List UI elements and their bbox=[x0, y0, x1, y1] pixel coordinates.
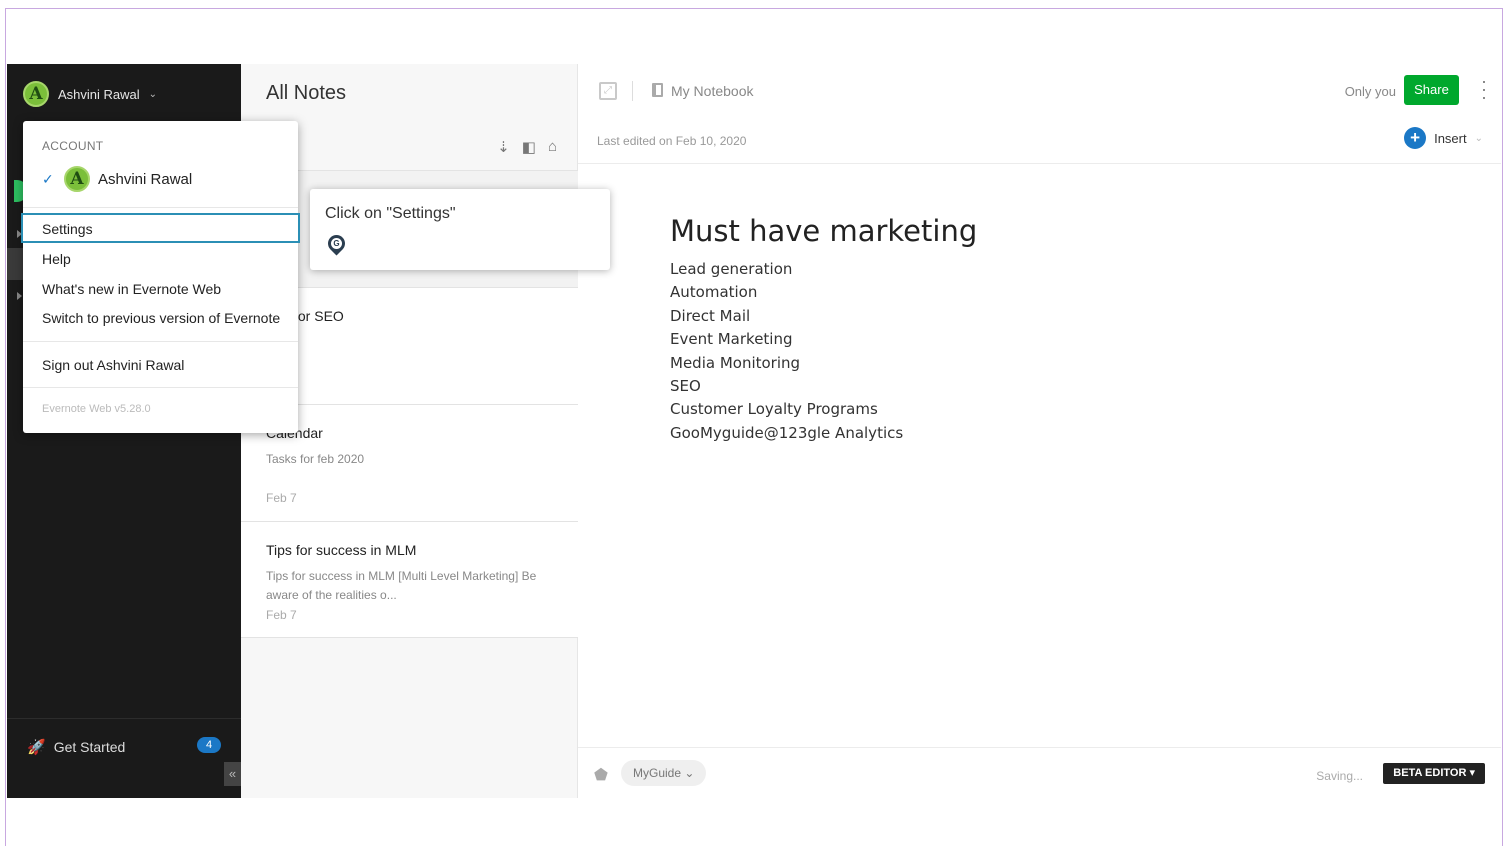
more-options-icon[interactable]: · · · bbox=[1481, 72, 1487, 106]
editor-footer: ⬟ MyGuide ⌄ Saving... BETA EDITOR ▾ bbox=[578, 747, 1501, 798]
get-started-label: Get Started bbox=[53, 738, 126, 755]
note-line: Direct Mail bbox=[670, 306, 751, 325]
note-line: Media Monitoring bbox=[670, 353, 801, 372]
note-snippet: Tasks for feb 2020 bbox=[266, 452, 365, 466]
account-section-label: ACCOUNT bbox=[42, 139, 104, 153]
user-menu-trigger[interactable]: A Ashvini Rawal ⌄ bbox=[23, 80, 157, 108]
settings-menu-item[interactable]: Settings bbox=[21, 213, 300, 243]
divider bbox=[23, 387, 298, 388]
account-dropdown: ACCOUNT ✓ A Ashvini Rawal Settings Help … bbox=[21, 121, 300, 433]
chevron-down-icon: ⌄ bbox=[1474, 132, 1483, 144]
divider bbox=[23, 207, 298, 208]
divider bbox=[632, 81, 633, 101]
whats-new-menu-item[interactable]: What's new in Evernote Web bbox=[23, 274, 298, 304]
collapse-sidebar-button[interactable]: « bbox=[224, 762, 241, 786]
editor-header: ⤢ My Notebook Only you Share · · · Last ed… bbox=[578, 64, 1501, 164]
note-editor: ⤢ My Notebook Only you Share · · · Last ed… bbox=[578, 64, 1501, 798]
help-menu-item[interactable]: Help bbox=[23, 244, 298, 274]
avatar: A bbox=[23, 81, 49, 107]
share-button[interactable]: Share bbox=[1404, 75, 1459, 105]
note-line: SEO bbox=[670, 377, 701, 396]
note-title: Tips for success in MLM bbox=[266, 542, 417, 558]
note-date: Feb 7 bbox=[266, 608, 297, 622]
tooltip-text: Click on "Settings" bbox=[325, 205, 456, 222]
account-name: Ashvini Rawal bbox=[98, 170, 193, 188]
note-date: Feb 7 bbox=[266, 491, 297, 505]
sort-icon[interactable]: ⇣ bbox=[497, 138, 510, 156]
avatar: A bbox=[64, 166, 90, 192]
tag-chip[interactable]: MyGuide ⌄ bbox=[621, 760, 707, 786]
note-snippet: Tips for success in MLM [Multi Level Mar… bbox=[266, 569, 537, 583]
notes-list-title: All Notes bbox=[266, 82, 347, 104]
note-line: Lead generation bbox=[670, 260, 793, 278]
insert-label: Insert bbox=[1434, 130, 1467, 146]
note-title: klist for SEO bbox=[266, 308, 344, 324]
sharing-status[interactable]: Only you bbox=[1345, 84, 1396, 99]
rocket-icon: 🚀 bbox=[27, 738, 46, 756]
account-entry[interactable]: ✓ A Ashvini Rawal bbox=[42, 166, 192, 192]
sign-out-menu-item[interactable]: Sign out Ashvini Rawal bbox=[23, 350, 298, 380]
divider bbox=[23, 341, 298, 342]
note-card[interactable]: Tips for success in MLM Tips for success… bbox=[241, 521, 578, 638]
check-icon: ✓ bbox=[42, 170, 54, 187]
note-line: Event Marketing bbox=[670, 330, 793, 349]
note-line: Automation bbox=[670, 283, 758, 302]
note-line: Customer Loyalty Programs bbox=[670, 400, 878, 419]
note-title: Calendar bbox=[266, 425, 323, 441]
note-body[interactable]: Must have marketing Lead generation Auto… bbox=[670, 214, 977, 445]
notes-toolbar: ⇣ ◧ ⌂ bbox=[497, 138, 557, 156]
chevron-down-icon: ⌄ bbox=[148, 88, 158, 100]
switch-version-menu-item[interactable]: Switch to previous version of Evernote bbox=[23, 303, 298, 333]
view-toggle-icon[interactable]: ◧ bbox=[522, 138, 536, 156]
notebook-icon bbox=[652, 83, 663, 97]
note-heading: Must have marketing bbox=[670, 214, 978, 248]
expand-icon[interactable]: ⤢ bbox=[599, 82, 617, 100]
guide-pin-icon: G bbox=[324, 231, 349, 256]
user-name: Ashvini Rawal bbox=[58, 86, 140, 102]
guide-tooltip: Click on "Settings" G bbox=[310, 189, 610, 270]
notebook-name[interactable]: My Notebook bbox=[671, 83, 753, 99]
last-edited: Last edited on Feb 10, 2020 bbox=[597, 134, 747, 148]
app-version: Evernote Web v5.28.0 bbox=[42, 403, 151, 415]
get-started-button[interactable]: 🚀 Get Started 4 bbox=[7, 718, 241, 774]
note-line: GooMyguide@123gle Analytics bbox=[670, 423, 904, 442]
note-snippet: aware of the realities o... bbox=[266, 588, 397, 602]
beta-editor-button[interactable]: BETA EDITOR ▾ bbox=[1383, 763, 1485, 784]
add-tag-icon[interactable]: ⬟ bbox=[594, 765, 608, 785]
sidebar-active-item-partial[interactable] bbox=[7, 248, 23, 280]
expand-arrow-icon[interactable] bbox=[17, 292, 22, 300]
insert-button[interactable]: + Insert ⌄ bbox=[1404, 127, 1483, 149]
get-started-badge: 4 bbox=[197, 737, 221, 753]
reminder-icon[interactable]: ⌂ bbox=[548, 138, 557, 156]
plus-icon: + bbox=[1404, 127, 1427, 149]
saving-status: Saving... bbox=[1316, 769, 1363, 783]
